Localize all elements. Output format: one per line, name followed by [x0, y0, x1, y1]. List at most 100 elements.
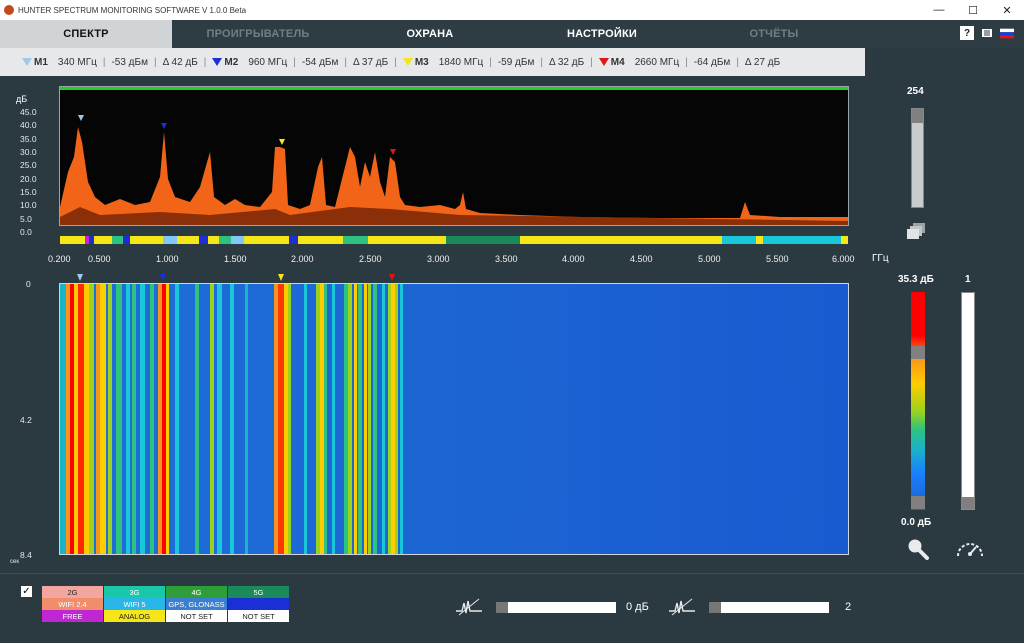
spectrum-plot[interactable]	[59, 86, 849, 226]
band-segment	[176, 236, 200, 244]
marker-m2[interactable]: M2 960 МГц | -54 дБм | Δ 37 дБ |	[212, 57, 402, 68]
maximize-button[interactable]: ☐	[956, 0, 990, 20]
marker-m1[interactable]: M1 340 МГц | -53 дБм | Δ 42 дБ |	[22, 57, 212, 68]
layers-icon[interactable]	[907, 222, 927, 245]
marker-m4-triangle[interactable]	[390, 149, 396, 155]
averaging-slider-thumb[interactable]	[709, 602, 721, 613]
waterfall-panel: 0 4.2 8.4 сек	[10, 270, 862, 565]
x-tick: 3.500	[495, 254, 518, 264]
band-segment	[129, 236, 164, 244]
band-segment	[244, 236, 289, 244]
speedometer-icon[interactable]	[955, 538, 985, 565]
legend-cell[interactable]: GPS, GLONASS	[166, 598, 228, 610]
legend-cell[interactable]: NOT SET	[166, 610, 228, 622]
legend-cell[interactable]: ANALOG	[104, 610, 166, 622]
spectrum-trace	[60, 87, 848, 225]
legend-cell[interactable]: 2G	[42, 586, 104, 598]
speed-slider[interactable]	[961, 292, 975, 510]
main-tabs: СПЕКТР ПРОИГРЫВАТЕЛЬ ОХРАНА НАСТРОЙКИ ОТ…	[0, 20, 1024, 48]
marker-m2-triangle[interactable]	[161, 123, 167, 129]
title-bar: HUNTER SPECTRUM MONITORING SOFTWARE V 1.…	[0, 0, 1024, 20]
help-icon[interactable]: ?	[960, 26, 974, 40]
marker-m3-triangle[interactable]	[279, 139, 285, 145]
marker-triangle-icon	[22, 58, 32, 66]
waterfall-y-unit: сек	[10, 559, 19, 565]
tab-spectrum[interactable]: СПЕКТР	[0, 20, 172, 48]
color-scale-bar[interactable]	[911, 292, 925, 510]
band-segment	[111, 236, 123, 244]
zoom-icon[interactable]	[907, 538, 929, 565]
band-segment	[762, 236, 842, 244]
threshold-icon	[455, 597, 483, 622]
threshold-slider[interactable]	[496, 602, 616, 613]
min-level-label: 0.0 дБ	[901, 517, 932, 528]
marker-m2-triangle[interactable]	[160, 274, 166, 281]
gain-value: 254	[907, 86, 924, 97]
band-segment	[446, 236, 521, 244]
speed-value: 1	[965, 274, 971, 285]
waterfall-plot[interactable]	[59, 283, 849, 555]
legend-cell[interactable]: FREE	[42, 610, 104, 622]
spectrum-x-unit: ГГц	[872, 253, 889, 264]
legend-cell[interactable]: 5G	[228, 586, 290, 598]
band-segment	[208, 236, 220, 244]
x-tick: 1.500	[224, 254, 247, 264]
app-logo-icon	[4, 5, 14, 15]
x-tick: 2.500	[359, 254, 382, 264]
marker-m3-triangle[interactable]	[278, 274, 284, 281]
y-tick: 25.0	[20, 160, 37, 170]
threshold-slider-thumb[interactable]	[496, 602, 508, 613]
x-tick: 1.000	[156, 254, 179, 264]
tab-reports[interactable]: ОТЧЁТЫ	[688, 20, 860, 48]
band-segment	[163, 236, 177, 244]
y-tick: 35.0	[20, 134, 37, 144]
markers-bar: M1 340 МГц | -53 дБм | Δ 42 дБ | M2 960 МГц…	[0, 48, 865, 76]
close-button[interactable]: ✕	[990, 0, 1024, 20]
band-segment	[199, 236, 209, 244]
spectrum-panel: дБ 45.0 40.0 35.0 30.0 25.0 20.0 15.0 10…	[10, 80, 889, 268]
color-scale-upper-thumb[interactable]	[911, 346, 925, 359]
marker-m4[interactable]: M4 2660 МГц | -64 дБм | Δ 27 дБ	[598, 57, 786, 68]
band-allocation-strip	[60, 236, 848, 244]
legend-cell[interactable]: 4G	[166, 586, 228, 598]
x-tick: 2.000	[291, 254, 314, 264]
marker-triangle-icon	[402, 58, 413, 66]
tab-player[interactable]: ПРОИГРЫВАТЕЛЬ	[172, 20, 344, 48]
tab-settings[interactable]: НАСТРОЙКИ	[516, 20, 688, 48]
x-tick: 4.000	[562, 254, 585, 264]
marker-m4-triangle[interactable]	[389, 274, 395, 281]
threshold-value: 0 дБ	[626, 601, 649, 613]
band-segment	[297, 236, 343, 244]
band-segment	[93, 236, 112, 244]
legend-cell[interactable]: WIFI 5	[104, 598, 166, 610]
color-scale-lower-thumb[interactable]	[911, 496, 925, 509]
marker-m3[interactable]: M3 1840 МГц | -59 дБм | Δ 32 дБ |	[402, 57, 599, 68]
waterfall-y-tick: 4.2	[20, 415, 32, 425]
gain-slider-thumb[interactable]	[912, 109, 923, 123]
window-title: HUNTER SPECTRUM MONITORING SOFTWARE V 1.…	[18, 5, 247, 15]
band-segment	[722, 236, 756, 244]
averaging-slider[interactable]	[709, 602, 829, 613]
band-segment	[342, 236, 368, 244]
speed-slider-thumb[interactable]	[962, 497, 974, 509]
waterfall-y-tick: 0	[26, 279, 31, 289]
tab-security[interactable]: ОХРАНА	[344, 20, 516, 48]
legend-cell[interactable]: NOT SET	[228, 610, 290, 622]
averaging-icon	[668, 597, 696, 622]
legend-cell[interactable]	[228, 598, 290, 610]
marker-m1-triangle[interactable]	[77, 274, 83, 281]
band-segment	[60, 236, 85, 244]
russian-flag-icon[interactable]	[1000, 26, 1014, 40]
band-segment	[288, 236, 298, 244]
marker-m1-triangle[interactable]	[78, 115, 84, 121]
document-icon[interactable]	[980, 26, 994, 40]
legend-cell[interactable]: WIFI 2.4	[42, 598, 104, 610]
legend-checkbox[interactable]: ✓	[21, 586, 32, 597]
x-tick: 6.000	[832, 254, 855, 264]
band-segment	[520, 236, 723, 244]
band-segment	[230, 236, 245, 244]
minimize-button[interactable]: —	[922, 0, 956, 20]
y-tick: 40.0	[20, 120, 37, 130]
gain-slider[interactable]	[911, 108, 924, 208]
legend-cell[interactable]: 3G	[104, 586, 166, 598]
